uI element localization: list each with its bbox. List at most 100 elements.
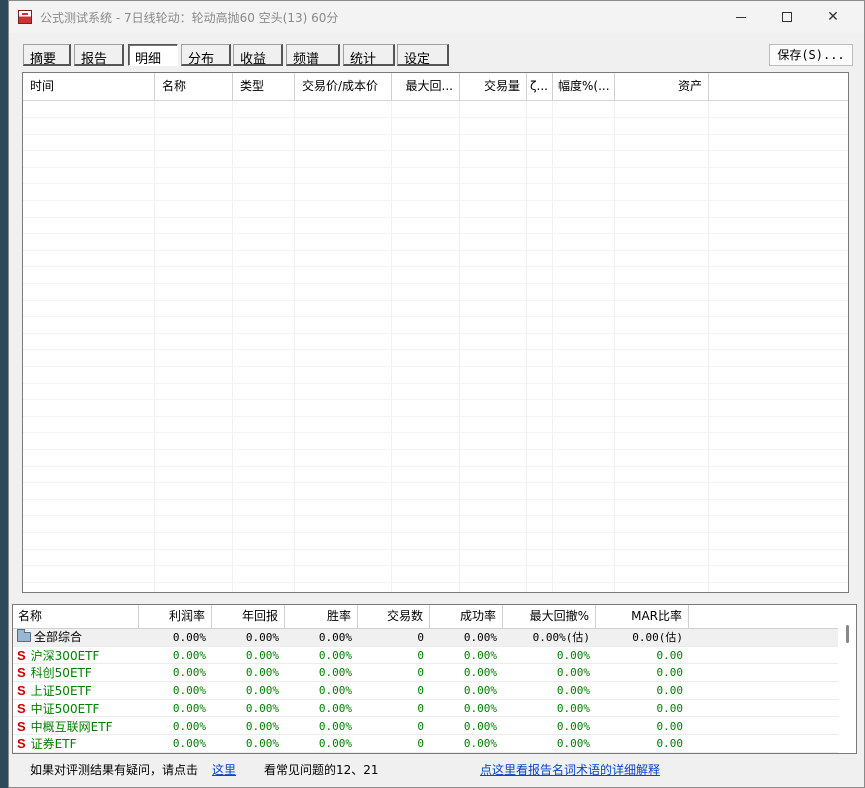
summary-cell-trades: 0 [417,701,424,715]
grid-row-line [23,283,848,284]
summary-stock-name: S 上证50ETF [17,682,92,699]
summary-cell-profit: 0.00% [172,631,206,644]
summary-row[interactable]: S 中概互联网ETF 0.00% 0.00% 0.00% 0 0.00% 0.00% 0.00 [13,718,838,736]
tab-distribution[interactable]: 分布 [181,44,231,67]
stock-marker-icon: S [17,683,26,699]
summary-row[interactable]: S 沪深300ETF 0.00% 0.00% 0.00% 0 0.00% 0.00% 0.00 [13,647,838,665]
summary-col-name[interactable]: 名称 [13,605,139,628]
summary-stock-name: S 中证500ETF [17,700,99,717]
grid-row-line [23,266,848,268]
summary-cell-mar: 0.00 [656,648,684,662]
question-text: 如果对评测结果有疑问，请点击 [30,763,199,777]
grid-row-line [23,399,848,401]
detail-col-max-drawback[interactable]: 最大回... [392,73,460,100]
tab-statistics[interactable]: 统计 [343,44,395,67]
summary-cell-mar: 0.00 [656,719,684,733]
tab-settings[interactable]: 设定 [397,44,449,67]
detail-col-type[interactable]: 类型 [233,73,295,100]
minimize-button[interactable] [718,1,764,33]
summary-name-text: 沪深300ETF [30,648,100,663]
detail-col-name[interactable]: 名称 [155,73,233,100]
title-bar[interactable]: 公式测试系统 - 7日线轮动：轮动高抛60 空头(13) 60分 ✕ [9,1,864,33]
summary-cell-profit: 0.00% [172,648,206,662]
grid-row-line [23,465,848,467]
grid-row-line [23,382,848,384]
maximize-button[interactable] [764,1,810,33]
grid-column [615,101,709,592]
summary-row[interactable]: S 上证50ETF 0.00% 0.00% 0.00% 0 0.00% 0.00% 0.00 [13,682,838,700]
summary-cell-profit: 0.00% [172,701,206,715]
grid-row-line [23,332,848,334]
app-icon [18,10,32,24]
minimize-icon [736,16,746,18]
vertical-scrollbar[interactable] [841,621,856,753]
grid-row-line [23,233,848,235]
save-button[interactable]: 保存(S)... [769,44,853,66]
summary-col-annual[interactable]: 年回报 [212,605,285,628]
tab-summary[interactable]: 摘要 [23,44,71,67]
summary-col-winrate[interactable]: 胜率 [285,605,358,628]
summary-cell-success: 0.00% [463,737,497,751]
summary-col-trades[interactable]: 交易数 [358,605,430,628]
summary-table[interactable]: 名称 利润率 年回报 胜率 交易数 成功率 最大回撤% MAR比率 全部综合 0.… [12,604,857,754]
tab-report[interactable]: 报告 [74,44,124,67]
grid-column [460,101,527,592]
detail-col-zeta[interactable]: ζ... [527,73,553,100]
summary-cell-mar: 0.00 [656,701,684,715]
detail-col-time[interactable]: 时间 [23,73,155,100]
detail-col-volume[interactable]: 交易量 [460,73,527,100]
summary-row[interactable]: S 证券ETF 0.00% 0.00% 0.00% 0 0.00% 0.00% 0.00 [13,735,838,753]
summary-stock-name: S 证券ETF [17,735,77,752]
summary-cell-mar: 0.00(估) [632,631,683,644]
grid-row-line [23,498,848,500]
summary-cell-drawdown: 0.00% [556,737,590,751]
detail-table[interactable]: 时间 名称 类型 交易价/成本价 最大回... 交易量 ζ... 幅度%(...… [22,72,849,593]
tab-returns[interactable]: 收益 [233,44,283,67]
summary-total-name: 全部综合 [17,629,82,646]
grid-column [553,101,615,592]
summary-row-total[interactable]: 全部综合 0.00% 0.00% 0.00% 0 0.00% 0.00%(估) 0.00(估) [13,629,838,647]
summary-cell-annual: 0.00% [245,648,279,662]
summary-table-header: 名称 利润率 年回报 胜率 交易数 成功率 最大回撤% MAR比率 [13,605,838,629]
scrollbar-thumb[interactable] [846,625,849,643]
summary-cell-annual: 0.00% [245,737,279,751]
grid-row-line [23,150,848,152]
summary-col-success[interactable]: 成功率 [430,605,503,628]
summary-cell-annual: 0.00% [245,684,279,698]
grid-row-line [23,565,848,567]
summary-name-text: 上证50ETF [30,684,92,699]
grid-row-line [23,216,848,218]
grid-row-line [23,249,848,251]
tab-detail[interactable]: 明细 [128,44,178,67]
summary-cell-drawdown: 0.00% [556,684,590,698]
folder-icon [17,629,31,642]
glossary-link[interactable]: 点这里看报告名词术语的详细解释 [480,761,660,778]
summary-cell-trades: 0 [417,666,424,680]
summary-col-profit[interactable]: 利润率 [139,605,212,628]
detail-col-assets[interactable]: 资产 [615,73,709,100]
tab-spectrum[interactable]: 频谱 [286,44,340,67]
grid-column [527,101,553,592]
summary-stock-name: S 科创50ETF [17,664,92,681]
summary-cell-win: 0.00% [318,684,352,698]
summary-col-mar[interactable]: MAR比率 [596,605,689,628]
grid-column [23,101,155,592]
summary-name-text: 证券ETF [30,737,77,752]
summary-name-text: 中证500ETF [30,701,100,716]
detail-col-price[interactable]: 交易价/成本价 [295,73,392,100]
close-button[interactable]: ✕ [810,1,856,33]
grid-row-line [23,349,848,351]
grid-column [392,101,460,592]
summary-col-drawdown[interactable]: 最大回撤% [503,605,596,628]
detail-col-range[interactable]: 幅度%(... [553,73,615,100]
summary-row[interactable]: S 科创50ETF 0.00% 0.00% 0.00% 0 0.00% 0.00% 0.00 [13,664,838,682]
summary-name-text: 中概互联网ETF [30,719,113,734]
grid-row-line [23,316,848,318]
summary-row[interactable]: S 中证500ETF 0.00% 0.00% 0.00% 0 0.00% 0.00% 0.00 [13,700,838,718]
summary-cell-trades: 0 [417,648,424,662]
grid-row-line [23,366,848,367]
stock-marker-icon: S [17,718,26,734]
summary-name-text: 科创50ETF [30,666,92,681]
grid-row-line [23,117,848,118]
here-link[interactable]: 这里 [212,761,236,778]
